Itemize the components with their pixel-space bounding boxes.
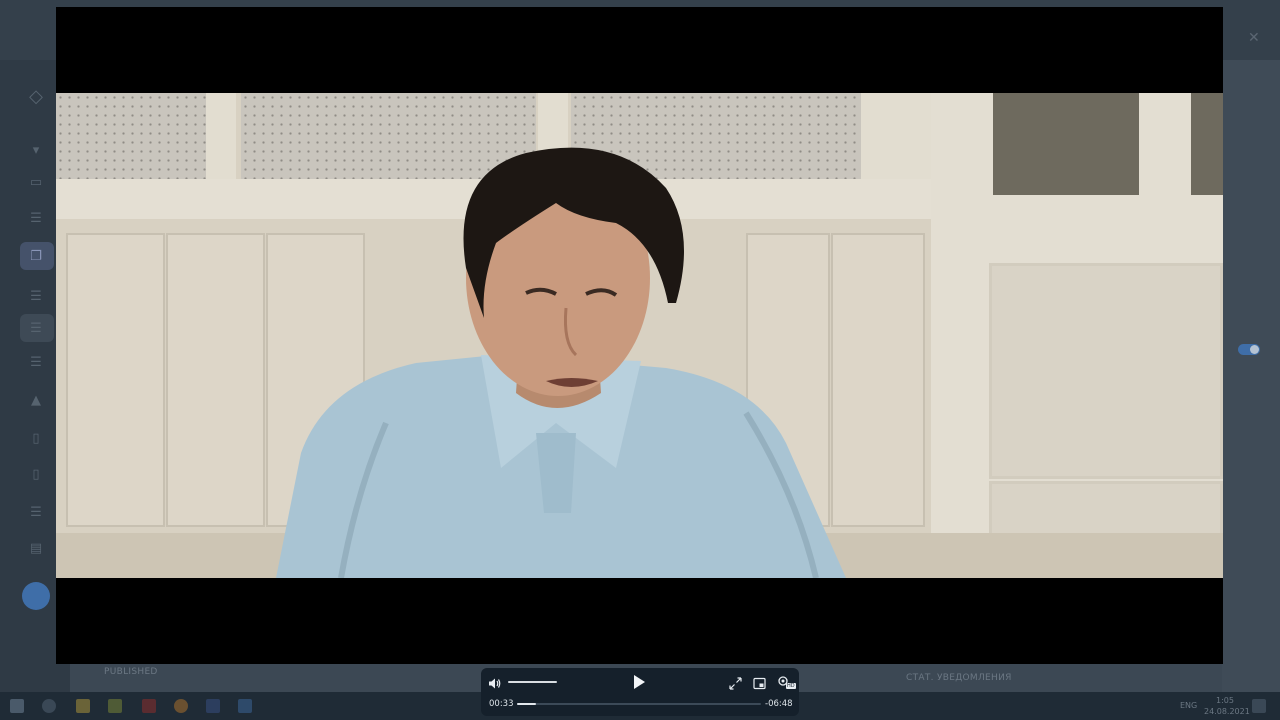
notifications-icon[interactable]: [1252, 699, 1266, 713]
progress-bar[interactable]: [517, 703, 761, 705]
progress-fill: [517, 703, 536, 705]
list-icon[interactable]: ☰: [28, 212, 44, 226]
taskbar-lang[interactable]: ENG: [1180, 701, 1197, 710]
chevron-down-icon[interactable]: ▾: [28, 144, 44, 158]
start-icon[interactable]: [10, 699, 24, 713]
film-icon[interactable]: ▤: [28, 542, 44, 556]
quality-settings-icon[interactable]: HD: [777, 674, 796, 690]
globe-icon[interactable]: [22, 582, 50, 610]
phone-icon[interactable]: ▯: [28, 432, 44, 446]
video-frame: [56, 93, 1223, 578]
toggle-switch[interactable]: [1238, 344, 1260, 355]
play-icon[interactable]: [632, 674, 646, 694]
picture-in-picture-icon[interactable]: [753, 675, 766, 694]
browser-icon[interactable]: [174, 699, 188, 713]
graduation-cap-icon[interactable]: ▲: [28, 394, 44, 408]
list-icon[interactable]: ☰: [28, 290, 44, 304]
copy-icon[interactable]: ❐: [28, 250, 44, 264]
tablet-icon[interactable]: ▯: [28, 468, 44, 482]
taskbar-time: 1:05: [1216, 696, 1234, 705]
list-icon[interactable]: ☰: [28, 322, 44, 336]
list-icon[interactable]: ☰: [28, 356, 44, 370]
app-icon[interactable]: [238, 699, 252, 713]
current-time: 00:33: [489, 699, 514, 709]
close-icon[interactable]: ✕: [1248, 30, 1260, 46]
published-label: PUBLISHED: [104, 667, 158, 677]
premiere-icon[interactable]: [206, 699, 220, 713]
video-player[interactable]: [56, 7, 1223, 664]
image-icon[interactable]: ▭: [28, 176, 44, 190]
fullscreen-icon[interactable]: [729, 675, 742, 694]
folder-icon[interactable]: [76, 699, 90, 713]
volume-slider[interactable]: [508, 681, 557, 683]
background-right-panel: [1222, 60, 1280, 692]
player-controls: HD 00:33 -06:48: [481, 668, 799, 716]
search-icon[interactable]: [42, 699, 56, 713]
app-icon[interactable]: [142, 699, 156, 713]
status-footer-label: СТАТ. УВЕДОМЛЕНИЯ: [906, 673, 1012, 683]
hd-badge: HD: [786, 683, 796, 689]
person-figure: [276, 147, 846, 578]
volume-icon[interactable]: [488, 675, 501, 694]
taskbar-date: 24.08.2021: [1204, 707, 1250, 716]
list-icon[interactable]: ☰: [28, 506, 44, 520]
logo-icon: ◇: [29, 86, 43, 107]
remaining-time: -06:48: [765, 699, 793, 709]
store-icon[interactable]: [108, 699, 122, 713]
